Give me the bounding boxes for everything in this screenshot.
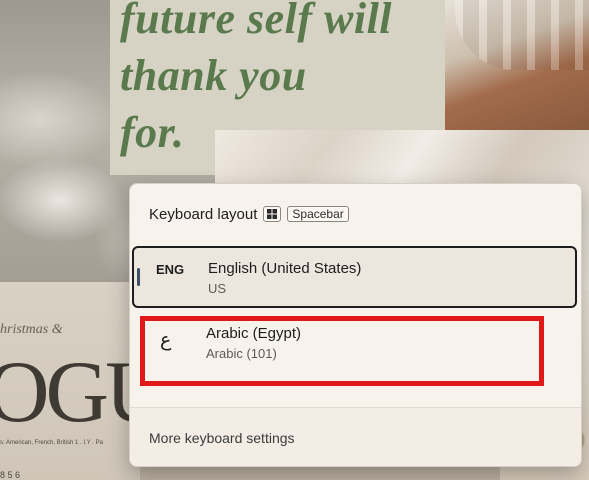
layout-option-english[interactable]: ENG English (United States) US: [132, 246, 577, 308]
flyout-footer: More keyboard settings: [130, 408, 581, 466]
magazine-script: hristmas &: [0, 322, 63, 337]
quote-line: thank you: [120, 51, 307, 100]
magazine-title: OGU: [0, 344, 140, 441]
magazine-small-text-part: s: American, French, British: [0, 440, 74, 446]
magazine-footer: 8 5 6: [0, 470, 21, 480]
flyout-header: Keyboard layout Spacebar: [149, 204, 349, 224]
layout-name: English (United States): [208, 260, 362, 277]
windows-logo-icon: [263, 206, 282, 222]
more-keyboard-settings-link[interactable]: More keyboard settings: [149, 430, 295, 446]
architecture-image: [445, 0, 589, 130]
magazine-small-text-part: 1 . I.Y . Pa: [75, 440, 103, 446]
layout-code: ENG: [156, 262, 185, 277]
selection-indicator: [137, 268, 140, 286]
spacebar-key: Spacebar: [287, 206, 349, 222]
magazine-cover-image: hristmas & OGU s: American, French, Brit…: [0, 282, 140, 480]
layout-variant: US: [208, 281, 227, 296]
flyout-title: Keyboard layout: [149, 205, 258, 223]
quote-line: future self will: [120, 0, 393, 43]
annotation-highlight-box: [140, 316, 544, 386]
magazine-small-text: s: American, French, British 1 . I.Y . P…: [0, 440, 103, 446]
